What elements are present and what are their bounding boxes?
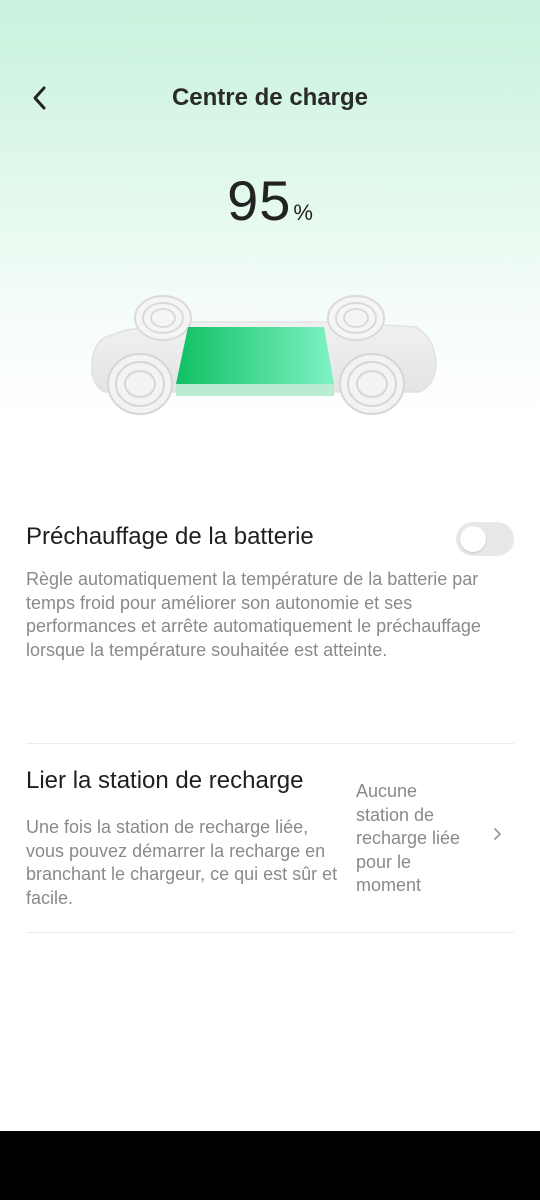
wheel-front-left bbox=[107, 353, 173, 415]
charging-station-status: Aucune station de recharge liée pour le … bbox=[356, 781, 461, 895]
battery-preheat-title: Préchauffage de la batterie bbox=[26, 523, 314, 550]
wheel-rear-left bbox=[134, 295, 192, 341]
battery-pack bbox=[176, 327, 334, 396]
battery-level: 95% bbox=[0, 168, 540, 233]
charging-center-screen: Centre de charge 95% Préchauffage de la … bbox=[0, 0, 540, 1131]
divider bbox=[26, 743, 514, 744]
wheel-front-right bbox=[339, 353, 405, 415]
system-navigation-bar bbox=[0, 1131, 540, 1200]
header: Centre de charge bbox=[0, 70, 540, 126]
battery-preheat-section: Préchauffage de la batterie Règle automa… bbox=[26, 522, 514, 662]
battery-level-unit: % bbox=[293, 200, 313, 225]
wheel-rear-right bbox=[327, 295, 385, 341]
page-title: Centre de charge bbox=[171, 84, 369, 111]
toggle-knob bbox=[460, 526, 486, 552]
battery-level-value: 95 bbox=[227, 169, 292, 232]
car-battery-illustration bbox=[91, 295, 437, 415]
battery-preheat-toggle[interactable] bbox=[456, 522, 514, 556]
divider bbox=[26, 932, 514, 933]
link-charging-station-row[interactable]: Lier la station de recharge Une fois la … bbox=[26, 766, 514, 916]
battery-preheat-description: Règle automatiquement la température de … bbox=[26, 569, 481, 660]
chevron-right-icon bbox=[494, 828, 501, 840]
link-charging-station-description: Une fois la station de recharge liée, vo… bbox=[26, 817, 338, 908]
